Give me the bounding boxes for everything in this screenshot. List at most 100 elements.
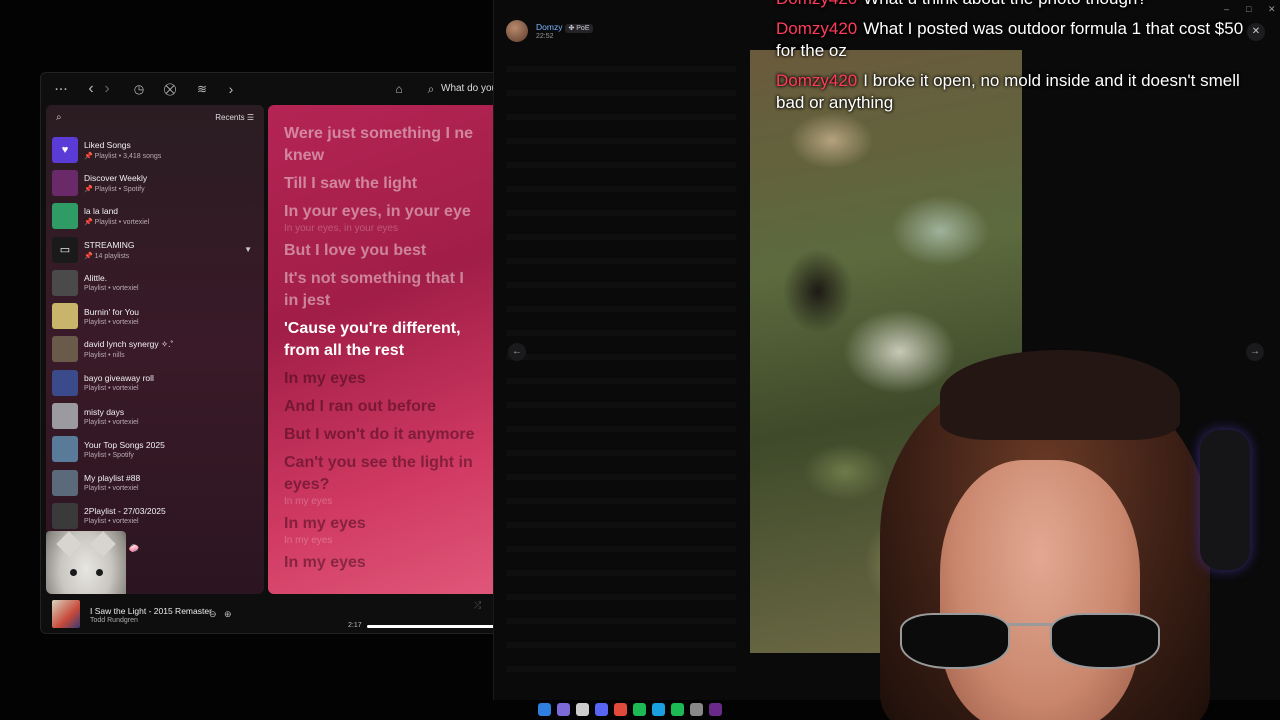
library-item[interactable]: Your Top Songs 2025 Playlist • Spotify [46,433,264,466]
search-icon: ⌕ [427,82,435,96]
progress-fill [367,625,495,628]
lyric-line[interactable]: And I ran out before [284,396,499,418]
discord-icon[interactable] [595,703,608,716]
playlist-name: misty days [84,406,125,417]
library-item[interactable]: Alittle. Playlist • vortexiel [46,266,264,299]
playlist-name: My playlist #88 [84,473,141,484]
lyric-line[interactable]: It's not something that I in jest [284,268,499,312]
chat-text: What u think about the photo though? [863,0,1147,8]
headphones [1200,430,1250,570]
app-icon[interactable] [671,703,684,716]
more-icon[interactable]: ... [53,78,69,97]
library-item[interactable]: Discover Weekly 📌 Playlist • Spotify [46,166,264,199]
taskbar [538,703,722,719]
webcam-overlay [820,350,1260,720]
back-button[interactable]: ‹ [83,81,99,97]
track-title[interactable]: I Saw the Light - 2015 Remaster [90,606,212,616]
app-icon[interactable] [576,703,589,716]
progress-bar[interactable] [367,625,499,628]
lyric-line[interactable]: In my eyes [284,552,499,574]
search-icon[interactable]: ⌕ [56,112,62,123]
library-item[interactable]: la la land 📌 Playlist • vortexiel [46,200,264,233]
channel-list-background [506,48,736,688]
browser-icon[interactable] [652,703,665,716]
lyric-line[interactable]: In my eyes [284,368,499,390]
playlist-cover [52,336,78,363]
playlist-cover [52,369,78,396]
playlist-name: 2Playlist - 27/03/2025 [84,506,166,517]
user-tag: ✤ PoE [565,24,593,33]
spotify-window: ... ‹ › ◷ ⛒ ≋ › ⌂ ⌕ What do you ⌕ Recent… [40,72,500,634]
playlist-cover: ▭ [52,236,78,263]
library-item[interactable]: ▭ STREAMING 📌 14 playlists ▼ [46,233,264,266]
lyric-line[interactable]: Were just something I ne knew [284,123,499,167]
lyric-line[interactable]: Till I saw the light [284,173,499,195]
sort-label: Recents [215,113,245,122]
lyric-translation: In your eyes, in your eyes [284,223,398,234]
playlist-cover [52,403,78,430]
playlist-name: david lynch synergy ✧.˚ [84,339,174,350]
app-icon[interactable] [614,703,627,716]
chevron-down-icon[interactable]: ▼ [244,245,252,254]
search-input[interactable]: ⌕ What do you [417,78,499,100]
playlist-meta: Playlist • vortexiel [84,418,139,426]
playlist-cover [52,469,78,496]
shuffle-icon[interactable]: ⤮ [474,600,481,611]
playlist-meta: Playlist • vortexiel [84,518,139,526]
playlist-cover [52,203,78,230]
cart-icon[interactable]: ⛒ [162,81,178,97]
playlist-name: Alittle. [84,273,108,284]
lyric-line[interactable]: But I won't do it anymore [284,424,499,446]
library-item[interactable]: My playlist #88 Playlist • vortexiel [46,466,264,499]
app-icon[interactable] [557,703,570,716]
library-header: ⌕ Recents ☰ [46,105,264,131]
app-icon[interactable] [690,703,703,716]
library-item[interactable]: Burnin' for You Playlist • vortexiel [46,299,264,332]
waveform-icon[interactable]: ≋ [194,81,210,97]
playlist-name: bayo giveaway roll [84,373,154,384]
lyric-line[interactable]: But I love you best [284,240,499,262]
webcam-face [940,460,1140,720]
library-panel: ⌕ Recents ☰ ♥ Liked Songs 📌 Playlist • 3,4… [46,105,264,594]
minus-circle-icon[interactable]: ⊖ [209,609,217,620]
album-art[interactable] [52,600,80,628]
library-item[interactable]: bayo giveaway roll Playlist • vortexiel [46,366,264,399]
library-item[interactable]: ♥ Liked Songs 📌 Playlist • 3,418 songs [46,133,264,166]
avatar[interactable] [506,20,528,42]
lyric-line[interactable]: In my eyes [284,513,499,535]
stream-chat-overlay: Domzy420 What u think about the photo tho… [776,0,1256,114]
playlist-cover [52,502,78,529]
playlist-cover [52,436,78,463]
playlist-name: Your Top Songs 2025 [84,439,165,450]
lyric-line[interactable]: Can't you see the light in eyes? [284,452,499,496]
window-close-icon[interactable]: ✕ [1268,4,1276,15]
spotify-topbar: ... ‹ › ◷ ⛒ ≋ › ⌂ ⌕ What do you [41,73,499,105]
add-circle-icon[interactable]: ⊕ [224,609,232,620]
home-icon[interactable]: ⌂ [391,81,407,97]
playlist-name: Liked Songs [84,139,131,150]
chevron-right-icon[interactable]: › [223,81,239,97]
previous-image-button[interactable]: ← [508,343,526,361]
sort-recents-button[interactable]: Recents ☰ [215,113,254,122]
start-icon[interactable] [538,703,551,716]
username[interactable]: Domzy ✤ PoE [536,22,593,33]
library-item[interactable]: david lynch synergy ✧.˚ Playlist • nills [46,333,264,366]
lyric-line[interactable]: 'Cause you're different, from all the re… [284,318,499,362]
library-item[interactable]: 2Playlist - 27/03/2025 Playlist • vortexi… [46,499,264,532]
library-item[interactable]: misty days Playlist • vortexiel [46,399,264,432]
forward-button[interactable]: › [99,81,115,97]
playlist-cover [52,269,78,296]
playlist-cover [52,169,78,196]
playlist-meta: 📌 14 playlists [84,252,130,260]
chat-message: Domzy420 What u think about the photo tho… [776,0,1256,10]
app-icon[interactable] [709,703,722,716]
sunglasses [900,605,1170,669]
playlist-name: STREAMING [84,239,135,250]
history-icon[interactable]: ◷ [131,81,147,97]
spotify-icon[interactable] [633,703,646,716]
lyrics-panel: Were just something I ne knew Till I saw … [268,105,499,594]
lyric-line[interactable]: In your eyes, in your eye [284,201,499,223]
cat-overlay-image [46,531,126,594]
playlist-name: Burnin' for You [84,306,140,317]
track-artist[interactable]: Todd Rundgren [90,617,138,624]
